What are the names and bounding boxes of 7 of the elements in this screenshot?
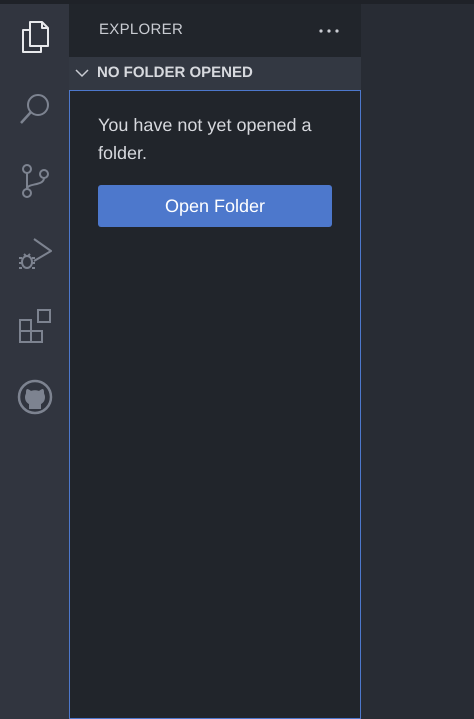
sidebar-title: EXPLORER <box>99 20 184 40</box>
empty-message: You have not yet opened a folder. <box>98 114 313 165</box>
chevron-icon <box>75 69 89 78</box>
more-icon[interactable] <box>319 28 339 32</box>
section-header[interactable]: NO FOLDER OPENED <box>69 57 361 90</box>
github-icon[interactable] <box>16 378 54 416</box>
open-folder-button[interactable]: Open Folder <box>98 185 332 227</box>
